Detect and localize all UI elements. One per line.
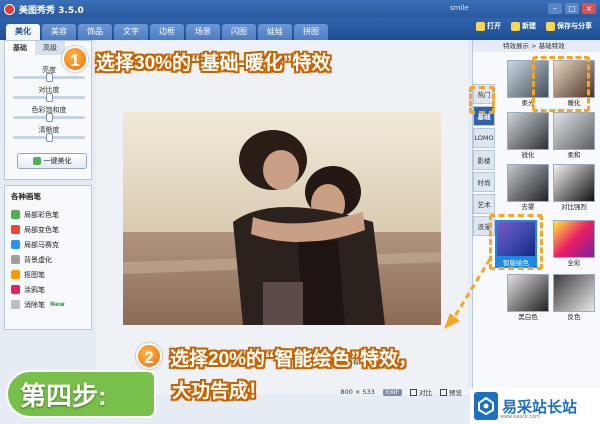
couple-photo — [123, 112, 441, 325]
tab-flash[interactable]: 闪图 — [222, 24, 256, 40]
effect-full-color[interactable]: 全彩 — [553, 220, 595, 268]
effect-thumbnail — [507, 274, 549, 312]
effect-high-contrast[interactable]: 对比强烈 — [553, 164, 595, 212]
preview-button[interactable]: 预览 — [440, 387, 462, 397]
new-button[interactable]: 新建 — [511, 21, 536, 31]
tab-text[interactable]: 文字 — [114, 24, 148, 40]
effect-thumbnail — [507, 164, 549, 202]
tab-accessories[interactable]: 饰品 — [78, 24, 112, 40]
step2-instruction: 选择20%的“智能绘色”特效， — [170, 349, 418, 370]
tab-frame[interactable]: 边框 — [150, 24, 184, 40]
effect-thumbnail — [553, 164, 595, 202]
color-change-icon — [11, 225, 20, 234]
step1-number: 1 — [62, 46, 88, 72]
doodle-icon — [11, 285, 20, 294]
title-bar: 美图秀秀 3.5.0 smile – □ × — [0, 0, 600, 18]
brush-local-color[interactable]: 局部彩色笔 — [11, 207, 85, 222]
tab-fashion[interactable]: 时尚 — [473, 172, 495, 192]
tab-doll[interactable]: 娃娃 — [258, 24, 292, 40]
photo-preview[interactable] — [123, 112, 441, 325]
preview-icon — [440, 388, 447, 396]
cutout-icon — [11, 270, 20, 279]
saturation-slider[interactable]: 色彩饱和度 — [13, 105, 85, 122]
contrast-slider[interactable]: 对比度 — [13, 85, 85, 102]
exif-badge[interactable]: EXIF — [382, 388, 402, 396]
effect-thumbnail — [553, 220, 595, 258]
step-badge: 第四步: — [6, 370, 156, 418]
highlight-warm-effect — [532, 56, 590, 112]
blur-icon — [11, 255, 20, 264]
slider-thumb[interactable] — [45, 93, 53, 102]
eraser-icon — [11, 300, 20, 309]
new-badge: New — [50, 301, 65, 308]
step2-number: 2 — [136, 343, 162, 369]
arrow-to-effect — [444, 258, 492, 329]
image-dimensions: 800 × 533 — [340, 388, 375, 396]
effects-breadcrumb: 特效展示 > 基础特效 — [473, 40, 600, 52]
highlight-smart-color-effect — [489, 214, 543, 270]
effect-thumbnail — [507, 112, 549, 150]
site-url: www.easck.com — [500, 414, 541, 420]
effect-thumbnail — [553, 112, 595, 150]
brush-mosaic[interactable]: 局部马赛克 — [11, 237, 85, 252]
tab-collage[interactable]: 拼图 — [294, 24, 328, 40]
tab-scene[interactable]: 场景 — [186, 24, 220, 40]
one-key-beautify-button[interactable]: 一键美化 — [17, 153, 87, 169]
file-actions: 打开 新建 保存与分享 — [476, 21, 592, 31]
effect-sharpen[interactable]: 锐化 — [507, 112, 549, 160]
highlight-basic-tab — [469, 86, 495, 114]
tab-advanced[interactable]: 高级 — [35, 41, 65, 55]
open-button[interactable]: 打开 — [476, 21, 501, 31]
paint-brush-icon — [11, 210, 20, 219]
magic-wand-icon — [32, 157, 41, 165]
brush-eraser[interactable]: 消除笔 New — [11, 297, 85, 312]
account-name[interactable]: smile — [450, 4, 469, 12]
effect-thumbnail — [553, 274, 595, 312]
tab-beautify[interactable]: 美化 — [6, 24, 40, 40]
mosaic-icon — [11, 240, 20, 249]
sharpness-slider[interactable]: 清晰度 — [13, 125, 85, 142]
slider-thumb[interactable] — [45, 73, 53, 82]
step1-instruction: 选择30%的“基础-暖化”特效 — [96, 53, 331, 74]
folder-icon — [476, 21, 485, 31]
compare-button[interactable]: 对比 — [410, 387, 432, 397]
effect-soften[interactable]: 柔和 — [553, 112, 595, 160]
close-button[interactable]: × — [582, 3, 596, 14]
site-watermark: 易采站长站 www.easck.com — [470, 388, 600, 424]
tab-lomo[interactable]: LOMO — [473, 128, 495, 148]
compare-icon — [410, 388, 417, 396]
site-logo-icon — [474, 392, 498, 420]
app-title: 美图秀秀 3.5.0 — [19, 5, 84, 16]
plus-icon — [511, 21, 520, 31]
brush-local-recolor[interactable]: 局部变色笔 — [11, 222, 85, 237]
minimize-button[interactable]: – — [548, 3, 562, 14]
tab-art[interactable]: 艺术 — [473, 194, 495, 214]
effect-black-white[interactable]: 黑白色 — [507, 274, 549, 322]
brush-cutout[interactable]: 抠图笔 — [11, 267, 85, 282]
save-icon — [546, 21, 555, 31]
maximize-button[interactable]: □ — [565, 3, 579, 14]
tab-basic[interactable]: 基础 — [5, 41, 35, 55]
tab-beauty[interactable]: 美容 — [42, 24, 76, 40]
save-share-button[interactable]: 保存与分享 — [546, 21, 592, 31]
slider-thumb[interactable] — [45, 113, 53, 122]
brush-panel: 各种画笔 局部彩色笔 局部变色笔 局部马赛克 背景虚化 抠图笔 涂鸦笔 消除笔 N… — [4, 185, 92, 330]
tab-studio[interactable]: 影楼 — [473, 150, 495, 170]
app-logo-icon — [4, 3, 15, 15]
step2-finish: 大功告成！ — [172, 381, 268, 402]
slider-thumb[interactable] — [45, 133, 53, 142]
effect-defog[interactable]: 去雾 — [507, 164, 549, 212]
window-controls: – □ × — [548, 3, 596, 14]
effect-invert[interactable]: 反色 — [553, 274, 595, 322]
brush-panel-title: 各种画笔 — [11, 192, 41, 201]
brush-doodle[interactable]: 涂鸦笔 — [11, 282, 85, 297]
main-menu: 美化 美容 饰品 文字 边框 场景 闪图 娃娃 拼图 打开 新建 保存与分享 — [0, 18, 600, 40]
brush-background-blur[interactable]: 背景虚化 — [11, 252, 85, 267]
